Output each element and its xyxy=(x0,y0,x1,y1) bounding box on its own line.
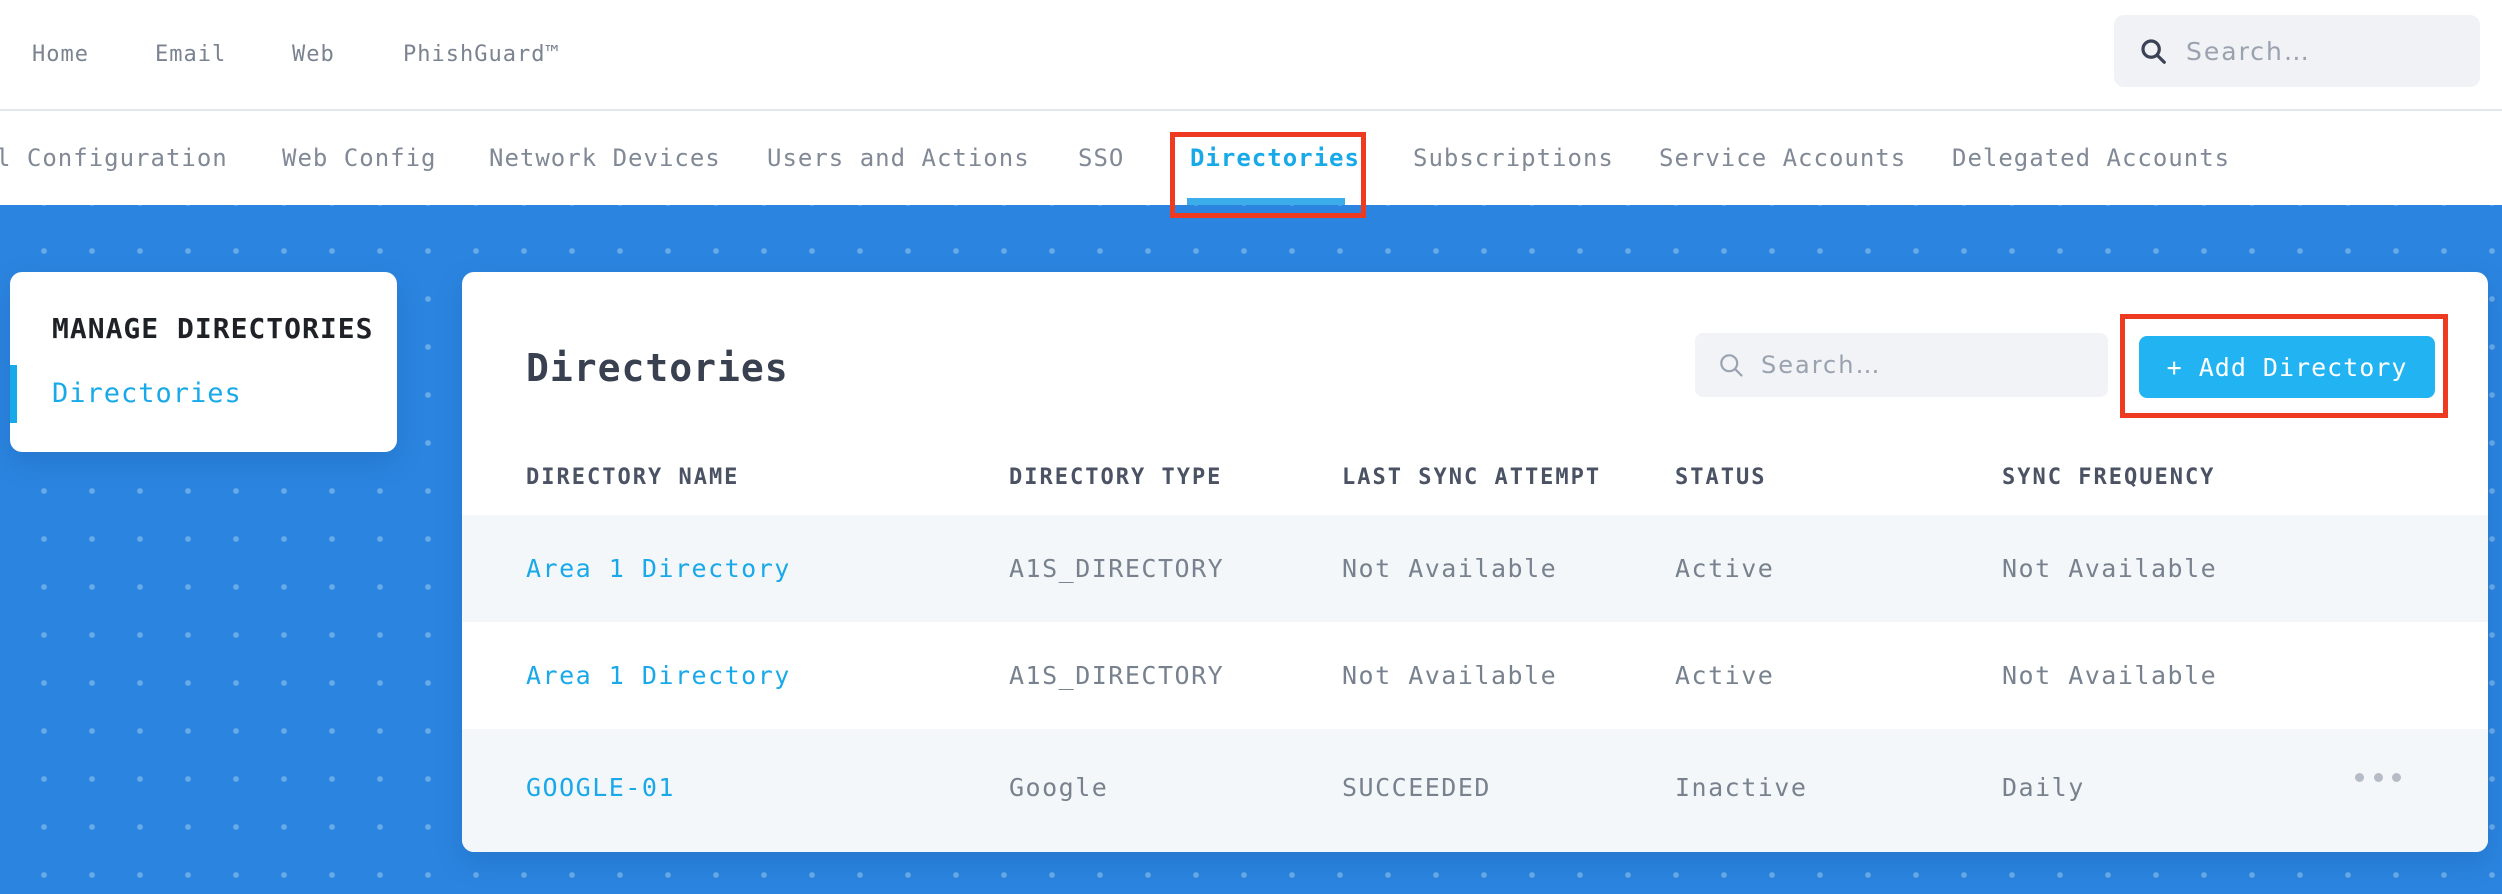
global-search-box[interactable] xyxy=(2114,15,2480,87)
status-cell: Active xyxy=(1675,554,1775,583)
sidebar-card: MANAGE DIRECTORIES Directories xyxy=(10,272,397,452)
sidebar-active-indicator xyxy=(10,365,17,423)
column-header-last-sync-attempt: LAST SYNC ATTEMPT xyxy=(1342,465,1602,490)
directory-type-cell: A1S_DIRECTORY xyxy=(1009,554,1225,583)
tab-web-config[interactable]: Web Config xyxy=(282,111,437,205)
directories-search-input[interactable] xyxy=(1761,351,2061,379)
column-header-status: STATUS xyxy=(1675,465,1767,490)
tab-network-devices[interactable]: Network Devices xyxy=(489,111,721,205)
ellipsis-dot xyxy=(2392,773,2401,782)
sync-frequency-cell: Daily xyxy=(2002,773,2085,802)
table-row: Area 1 Directory A1S_DIRECTORY Not Avail… xyxy=(462,622,2488,729)
ellipsis-dot xyxy=(2355,773,2364,782)
table-header-row: DIRECTORY NAME DIRECTORY TYPE LAST SYNC … xyxy=(462,440,2488,515)
top-nav-web[interactable]: Web xyxy=(292,0,335,109)
tab-email-configuration[interactable]: l Configuration xyxy=(0,111,228,205)
last-sync-cell: Not Available xyxy=(1342,661,1558,690)
directory-name-link[interactable]: Area 1 Directory xyxy=(526,554,1009,583)
top-nav-home[interactable]: Home xyxy=(32,0,89,109)
search-icon xyxy=(1720,354,1743,377)
column-header-sync-frequency: SYNC FREQUENCY xyxy=(2002,465,2216,490)
status-cell: Active xyxy=(1675,661,1775,690)
row-actions-menu-icon[interactable] xyxy=(2355,773,2401,782)
active-tab-underline xyxy=(1187,198,1345,205)
workspace-background: MANAGE DIRECTORIES Directories Directori… xyxy=(0,205,2502,894)
tab-subscriptions[interactable]: Subscriptions xyxy=(1413,111,1614,205)
sync-frequency-cell: Not Available xyxy=(2002,554,2218,583)
page-title: Directories xyxy=(526,346,789,390)
directories-panel: Directories + Add Directory DIRECTORY NA… xyxy=(462,272,2488,852)
directory-type-cell: A1S_DIRECTORY xyxy=(1009,661,1225,690)
add-directory-button[interactable]: + Add Directory xyxy=(2139,336,2435,398)
settings-tab-bar: l Configuration Web Config Network Devic… xyxy=(0,111,2502,205)
top-nav-email[interactable]: Email xyxy=(155,0,226,109)
tab-service-accounts[interactable]: Service Accounts xyxy=(1659,111,1906,205)
tab-delegated-accounts[interactable]: Delegated Accounts xyxy=(1952,111,2230,205)
directories-table: DIRECTORY NAME DIRECTORY TYPE LAST SYNC … xyxy=(462,440,2488,852)
top-nav-phishguard[interactable]: PhishGuard™ xyxy=(403,0,560,109)
directory-name-link[interactable]: Area 1 Directory xyxy=(526,661,1009,690)
tab-users-and-actions[interactable]: Users and Actions xyxy=(767,111,1030,205)
tab-directories[interactable]: Directories xyxy=(1190,111,1360,205)
global-search-input[interactable] xyxy=(2186,36,2446,66)
column-header-directory-type: DIRECTORY TYPE xyxy=(1009,465,1223,490)
table-row: GOOGLE-01 Google SUCCEEDED Inactive Dail… xyxy=(462,729,2488,852)
column-header-directory-name: DIRECTORY NAME xyxy=(526,465,740,490)
status-cell: Inactive xyxy=(1675,773,1808,802)
last-sync-cell: Not Available xyxy=(1342,554,1558,583)
directory-type-cell: Google xyxy=(1009,773,1109,802)
sync-frequency-cell: Not Available xyxy=(2002,661,2218,690)
tab-sso[interactable]: SSO xyxy=(1078,111,1124,205)
table-row: Area 1 Directory A1S_DIRECTORY Not Avail… xyxy=(462,515,2488,622)
top-nav: Home Email Web PhishGuard™ xyxy=(0,0,2502,111)
search-icon xyxy=(2141,39,2166,64)
directory-name-link[interactable]: GOOGLE-01 xyxy=(526,773,1009,802)
last-sync-cell: SUCCEEDED xyxy=(1342,773,1491,802)
directories-search-box[interactable] xyxy=(1695,333,2108,397)
ellipsis-dot xyxy=(2373,773,2383,782)
sidebar-item-directories[interactable]: Directories xyxy=(52,378,242,409)
sidebar-heading: MANAGE DIRECTORIES xyxy=(52,312,374,345)
